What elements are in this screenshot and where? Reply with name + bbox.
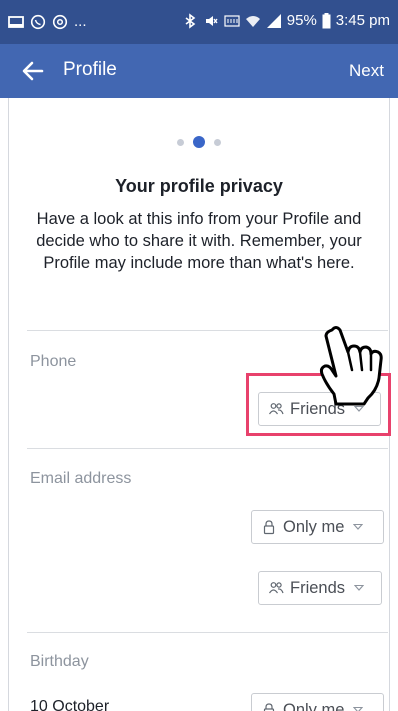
page-dot-active [193, 136, 205, 148]
birthday-label: Birthday [30, 653, 89, 670]
app-bar: Profile Next [0, 44, 398, 98]
page-dot [214, 138, 221, 146]
status-right-group: 95% 3:45 pm [182, 11, 390, 31]
birthday-audience-value: Only me [283, 700, 345, 711]
friends-icon [269, 403, 284, 415]
clock: 3:45 pm [335, 12, 390, 29]
page-description: Have a look at this info from your Profi… [36, 210, 362, 272]
status-left-group: ... [8, 12, 87, 32]
status-more-dots: ... [74, 13, 87, 30]
chevron-down-icon [353, 523, 364, 530]
page-dot [177, 138, 184, 146]
section-divider [27, 448, 388, 449]
bluetooth-icon [185, 13, 196, 29]
lock-icon [263, 520, 275, 535]
friends-icon [269, 582, 284, 594]
app-title: Profile [63, 59, 117, 80]
mute-icon [205, 16, 218, 26]
email-audience-select-1[interactable]: Only me [251, 510, 384, 544]
wifi-icon [245, 16, 260, 27]
next-button[interactable]: Next [349, 61, 384, 81]
section-divider [27, 632, 388, 633]
page-title: Your profile privacy [115, 176, 283, 196]
signal-icon [266, 14, 281, 28]
screen-icon [8, 16, 24, 28]
birthday-audience-select[interactable]: Only me [251, 693, 384, 711]
chevron-down-icon [353, 706, 364, 711]
arrow-left-icon[interactable] [20, 58, 46, 84]
chevron-down-icon [354, 584, 365, 591]
status-bar: ... 95% 3:45 pm [0, 0, 398, 44]
at-sign-icon [52, 14, 68, 30]
whatsapp-icon [30, 14, 46, 30]
page-indicator [0, 136, 398, 148]
battery-percent: 95% [286, 12, 317, 29]
volte-icon [224, 15, 240, 27]
birthday-value: 10 October [30, 698, 110, 711]
lock-icon [263, 703, 275, 711]
battery-icon [322, 13, 331, 29]
email-audience-select-2[interactable]: Friends [258, 571, 382, 605]
email-audience-value-1: Only me [283, 517, 345, 536]
email-label: Email address [30, 470, 132, 487]
phone-label: Phone [30, 353, 77, 370]
pointing-hand-icon [319, 326, 383, 406]
email-audience-value-2: Friends [290, 578, 346, 597]
